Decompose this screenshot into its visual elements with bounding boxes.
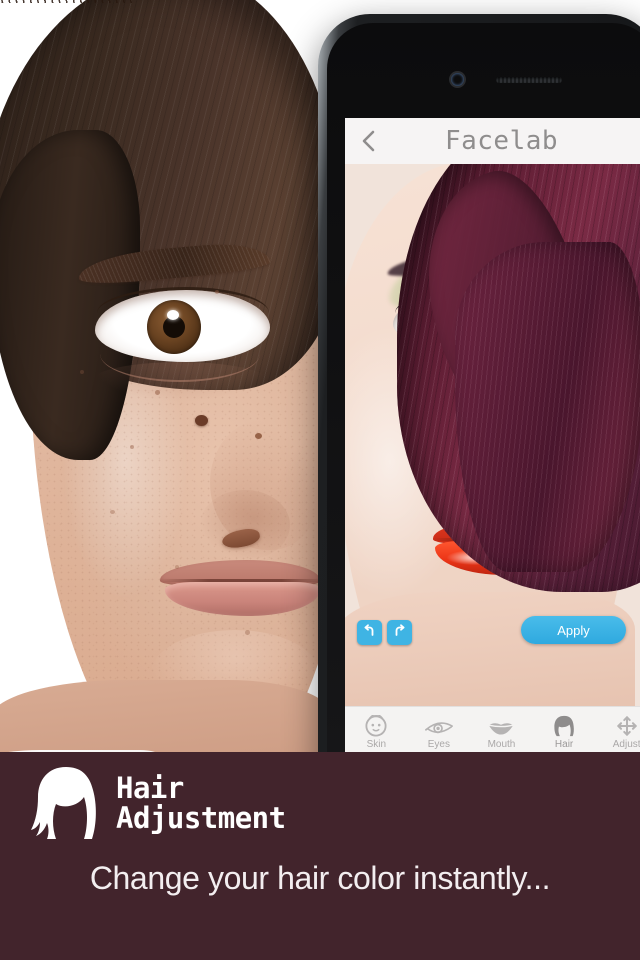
- before-mole: [195, 415, 208, 426]
- banner-title-line1: Hair: [116, 771, 184, 806]
- before-freckle: [215, 290, 219, 294]
- before-eyelashes: [0, 0, 132, 3]
- hair-bob-icon: [552, 715, 576, 737]
- after-photo: Apply: [345, 164, 640, 716]
- tool-eyes[interactable]: Eyes: [408, 715, 471, 750]
- before-eye: [95, 287, 270, 362]
- undo-button[interactable]: [357, 620, 382, 645]
- redo-button[interactable]: [387, 620, 412, 645]
- before-freckle: [80, 370, 84, 374]
- editor-toolbar: Skin Eyes Mouth Hair Adjust: [345, 706, 640, 758]
- before-freckle: [245, 630, 250, 635]
- before-nose: [210, 420, 320, 550]
- tool-mouth[interactable]: Mouth: [470, 715, 533, 750]
- tool-label: Hair: [554, 739, 574, 750]
- promo-banner: Hair Adjustment Change your hair color i…: [0, 752, 640, 960]
- redo-icon: [392, 623, 407, 643]
- undo-icon: [362, 623, 377, 643]
- tool-label: Adjust: [612, 739, 640, 750]
- tool-adjust[interactable]: Adjust: [595, 715, 640, 750]
- promo-screenshot: Facelab Apply Skin Eyes Mouth Hair Adjus…: [0, 0, 640, 960]
- undo-redo-group: [357, 620, 412, 645]
- back-button[interactable]: [345, 118, 391, 164]
- before-freckle: [110, 510, 115, 514]
- front-camera-icon: [451, 73, 464, 86]
- lips-icon: [487, 715, 515, 737]
- banner-heading-row: Hair Adjustment: [0, 752, 640, 856]
- phone-screen: Facelab Apply Skin Eyes Mouth Hair Adjus…: [345, 118, 640, 758]
- chevron-left-icon: [360, 129, 376, 153]
- page-title: Facelab: [444, 126, 559, 156]
- tool-label: Eyes: [427, 739, 450, 750]
- phone-mockup: Facelab Apply Skin Eyes Mouth Hair Adjus…: [318, 14, 640, 852]
- before-photo: [0, 0, 340, 790]
- tool-label: Mouth: [487, 739, 516, 750]
- app-navbar: Facelab: [345, 118, 640, 164]
- eye-icon: [424, 715, 454, 737]
- hair-silhouette-icon: [26, 764, 100, 844]
- before-freckle: [155, 390, 160, 395]
- tool-hair[interactable]: Hair: [533, 715, 596, 750]
- before-mole-small: [255, 433, 262, 439]
- banner-tagline: Change your hair color instantly...: [89, 860, 551, 896]
- before-freckle: [175, 565, 179, 569]
- banner-titles: Hair Adjustment: [116, 774, 286, 833]
- after-hair-fringe: [455, 242, 640, 572]
- skin-face-icon: [364, 715, 388, 737]
- editor-controls: Apply: [345, 616, 640, 656]
- apply-button[interactable]: Apply: [521, 616, 626, 644]
- tool-skin[interactable]: Skin: [345, 715, 408, 750]
- before-freckle: [130, 445, 134, 449]
- move-arrows-icon: [616, 715, 638, 737]
- before-eye-lidline: [97, 287, 269, 313]
- earpiece-speaker-icon: [496, 77, 562, 83]
- banner-title-line2: Adjustment: [116, 801, 286, 835]
- before-lip-line: [160, 579, 322, 582]
- tool-label: Skin: [366, 739, 387, 750]
